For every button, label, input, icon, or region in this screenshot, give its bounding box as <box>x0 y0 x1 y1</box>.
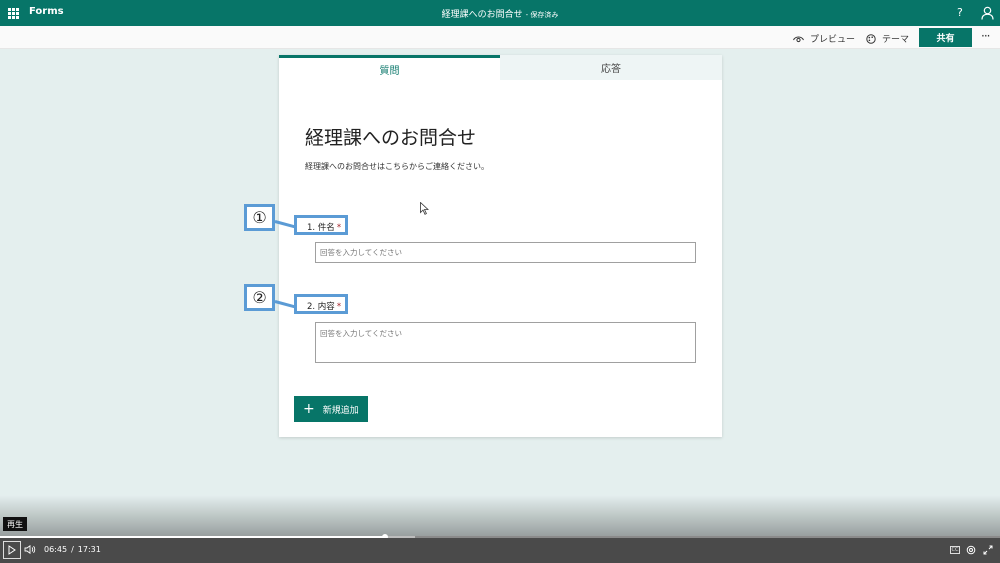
question-2-answer-textarea[interactable] <box>315 322 696 363</box>
more-options-icon[interactable]: ··· <box>981 29 991 43</box>
play-button[interactable] <box>3 541 21 559</box>
preview-label: プレビュー <box>810 35 856 45</box>
save-status: - 保存済み <box>525 11 559 19</box>
share-button[interactable]: 共有 <box>919 28 972 47</box>
time-separator: / <box>71 545 74 554</box>
user-account-icon[interactable] <box>981 6 994 20</box>
closed-captions-icon[interactable]: CC <box>950 546 960 554</box>
plus-icon: + <box>303 401 315 417</box>
app-header: Forms 経理課へのお問合せ - 保存済み ? <box>0 0 1000 26</box>
form-title[interactable]: 経理課へのお問合せ <box>305 123 476 150</box>
document-title-text: 経理課へのお問合せ <box>441 10 523 20</box>
mouse-pointer-icon <box>420 202 429 215</box>
eye-icon <box>793 36 804 42</box>
document-title: 経理課へのお問合せ - 保存済み <box>0 7 1000 20</box>
play-tooltip: 再生 <box>3 517 27 531</box>
settings-icon[interactable] <box>966 545 976 555</box>
palette-icon <box>866 33 876 44</box>
playback-time: 06:45/17:31 <box>44 545 101 554</box>
add-new-label: 新規追加 <box>322 405 359 416</box>
form-description[interactable]: 経理課へのお問合せはこちらからご連絡ください。 <box>305 161 489 172</box>
preview-button[interactable]: プレビュー <box>793 32 855 45</box>
form-card: 質問 応答 経理課へのお問合せ 経理課へのお問合せはこちらからご連絡ください。 … <box>279 55 722 437</box>
tab-responses[interactable]: 応答 <box>500 55 722 80</box>
command-toolbar: プレビュー テーマ 共有 ··· <box>0 26 1000 49</box>
annotation-highlight-2 <box>294 294 348 314</box>
help-icon[interactable]: ? <box>957 6 963 19</box>
volume-icon[interactable] <box>24 545 36 554</box>
annotation-highlight-1 <box>294 215 348 235</box>
play-icon <box>8 545 16 555</box>
theme-button[interactable]: テーマ <box>866 32 909 45</box>
fullscreen-icon[interactable] <box>983 545 993 555</box>
annotation-number-1: ① <box>244 204 275 231</box>
video-player-controls <box>0 538 1000 563</box>
player-gradient <box>0 495 1000 538</box>
current-time: 06:45 <box>44 545 68 554</box>
theme-label: テーマ <box>882 35 910 45</box>
total-time: 17:31 <box>77 545 101 554</box>
question-1-answer-input[interactable] <box>315 242 696 263</box>
tab-questions[interactable]: 質問 <box>279 55 500 80</box>
add-new-question-button[interactable]: + 新規追加 <box>294 396 368 422</box>
annotation-number-2: ② <box>244 284 275 311</box>
